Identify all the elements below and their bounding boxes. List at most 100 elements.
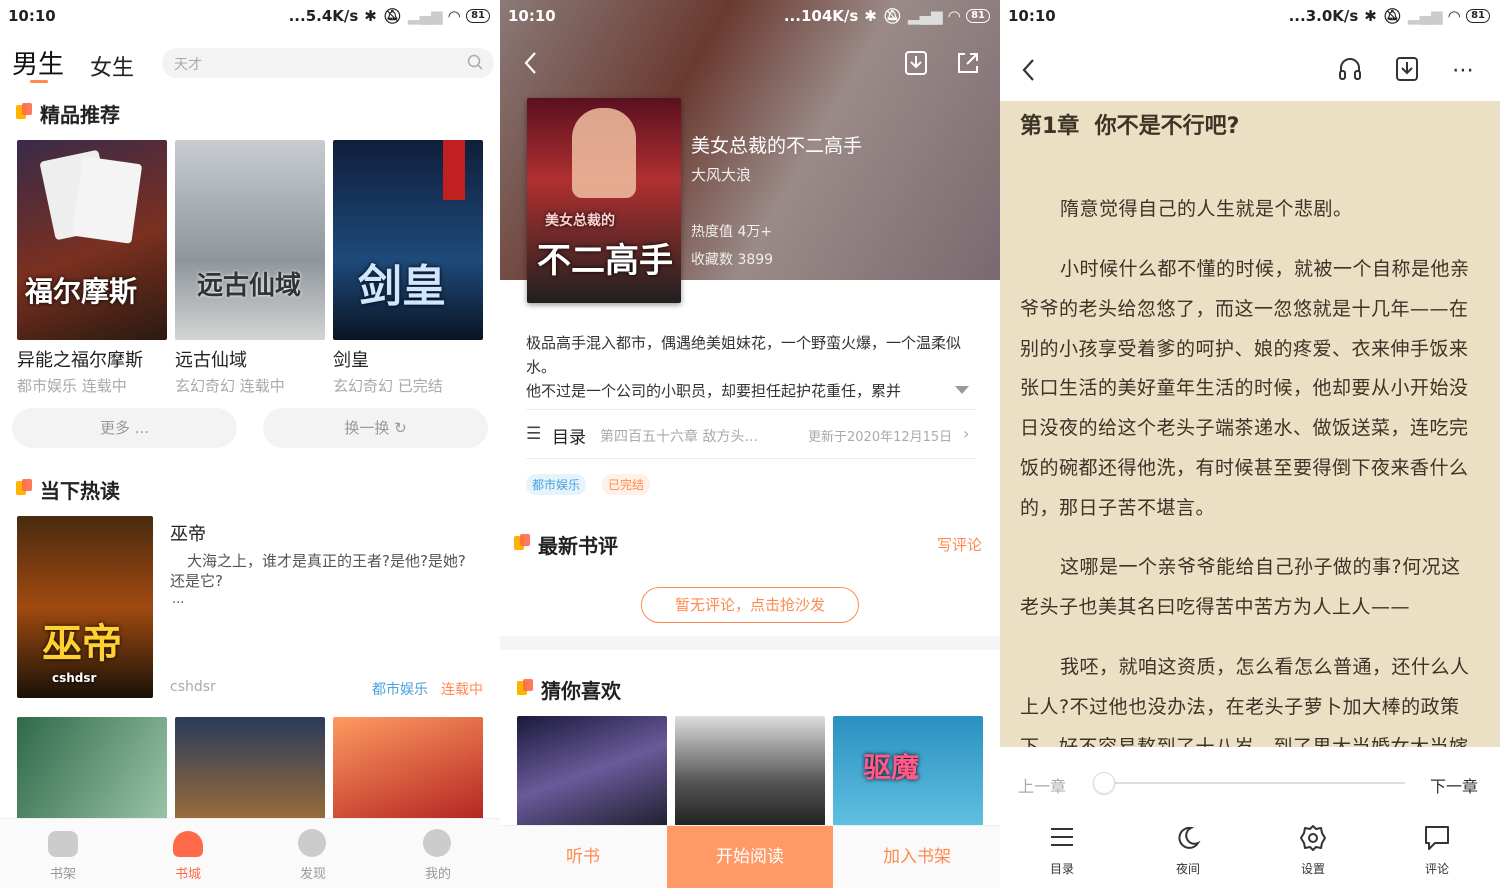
wifi-icon: ◠ — [1448, 7, 1461, 25]
battery-icon: 81 — [1466, 9, 1490, 23]
book-intro[interactable]: 极品高手混入都市，偶遇绝美姐妹花，一个野蛮火爆，一个温柔似水。 他不过是一个公司… — [526, 331, 971, 403]
book-meta: 玄幻奇幻 已完结 — [333, 377, 443, 395]
section-icon — [517, 679, 533, 695]
more-button[interactable]: 更多 ... — [12, 408, 237, 448]
nav-profile[interactable]: 我的 — [408, 863, 468, 882]
book-meta: 都市娱乐 连载中 — [17, 377, 127, 395]
toolbar-night[interactable]: 夜间 — [1175, 860, 1201, 877]
start-reading-button[interactable]: 开始阅读 — [667, 826, 833, 888]
reader-content[interactable]: 隋意觉得自己的人生就是个悲剧。 小时候什么都不懂的时候，就被一个自称是他亲爷爷的… — [1000, 190, 1500, 747]
book-author[interactable]: 大风大浪 — [691, 164, 751, 185]
hot-book-author: cshdsr — [170, 679, 216, 695]
comment-icon[interactable] — [1423, 824, 1451, 856]
no-review-button[interactable]: 暂无评论，点击抢沙发 — [641, 587, 859, 623]
book-cover[interactable] — [675, 716, 825, 826]
action-bar: 听书 开始阅读 加入书架 — [500, 825, 1000, 888]
search-input[interactable]: 天才 — [174, 54, 202, 74]
search-bar[interactable]: 天才 — [162, 48, 494, 78]
download-icon[interactable] — [904, 50, 928, 80]
reader-bottom-panel: 上一章 下一章 目录 夜间 设置 评论 — [1000, 747, 1500, 888]
book-meta: 玄幻奇幻 连载中 — [175, 377, 285, 395]
settings-icon[interactable] — [1299, 824, 1327, 856]
bookshelf-icon[interactable] — [48, 831, 78, 857]
refresh-button[interactable]: 换一换 ↻ — [263, 408, 488, 448]
book-cover[interactable] — [17, 717, 167, 827]
write-review-link[interactable]: 写评论 — [937, 534, 982, 555]
cover-subtitle: 美女总裁的 — [545, 213, 615, 229]
book-cover[interactable]: 剑皇 — [333, 140, 483, 340]
listen-button[interactable]: 听书 — [500, 826, 666, 888]
toolbar-comment[interactable]: 评论 — [1424, 860, 1450, 877]
status-bar: 10:10 ...5.4K/s ✱ 🔕︎ ▂▄▆ ◠ 81 — [0, 0, 500, 32]
book-heat: 热度值 4万+ — [691, 224, 773, 240]
chapter-title: 第1章 你不是不行吧? — [1020, 114, 1240, 139]
more-icon[interactable]: ⋯ — [1452, 58, 1475, 83]
reader-screen: 10:10 ...3.0K/s ✱ 🔕︎ ▂▄▆ ◠ 81 ⋯ 第1章 你不是不… — [1000, 0, 1500, 888]
progress-track[interactable] — [1103, 782, 1405, 784]
signal-icon: ▂▄▆ — [907, 7, 943, 25]
toc-label: 目录 — [552, 428, 586, 448]
back-icon[interactable] — [1018, 57, 1040, 87]
status-time: 10:10 — [8, 7, 56, 25]
expand-icon[interactable] — [955, 386, 969, 394]
book-cover[interactable]: 驱魔 — [833, 716, 983, 826]
mute-icon: 🔕︎ — [882, 7, 902, 25]
book-title[interactable]: 异能之福尔摩斯 — [17, 346, 143, 372]
discover-icon[interactable] — [298, 829, 326, 857]
book-cover[interactable] — [175, 717, 325, 827]
tab-female[interactable]: 女生 — [90, 50, 134, 82]
intro-line: 极品高手混入都市，偶遇绝美姐妹花，一个野蛮火爆，一个温柔似水。 — [526, 334, 962, 376]
chevron-right-icon: › — [963, 424, 970, 443]
search-icon[interactable] — [466, 53, 484, 75]
tag-status[interactable]: 已完结 — [602, 474, 651, 495]
book-title[interactable]: 剑皇 — [333, 346, 369, 372]
book-title: 美女总裁的不二高手 — [691, 135, 863, 157]
download-icon[interactable] — [1395, 56, 1419, 86]
hot-title: 当下热读 — [40, 479, 120, 503]
network-speed: ...104K/s — [783, 7, 859, 25]
divider — [526, 409, 976, 410]
refresh-icon: ↻ — [394, 419, 407, 437]
latest-chapter: 第四百五十六章 敌方头... — [600, 429, 758, 445]
share-icon[interactable] — [955, 50, 981, 80]
back-icon[interactable] — [520, 50, 542, 80]
headphones-icon[interactable] — [1337, 56, 1363, 86]
nav-discover[interactable]: 发现 — [283, 863, 343, 882]
profile-icon[interactable] — [423, 829, 451, 857]
progress-handle[interactable] — [1093, 772, 1115, 794]
toc-icon[interactable] — [1049, 825, 1075, 853]
hot-book-status: 连载中 — [441, 682, 483, 698]
toc-icon: ☰ — [526, 424, 542, 444]
nav-bookstore[interactable]: 书城 — [158, 863, 218, 882]
add-to-shelf-button[interactable]: 加入书架 — [834, 826, 1000, 888]
bottom-nav: 书架 书城 发现 我的 — [0, 818, 500, 888]
tab-male[interactable]: 男生 — [12, 44, 64, 81]
nav-bookshelf[interactable]: 书架 — [33, 863, 93, 882]
refresh-label: 换一换 — [344, 419, 390, 437]
prev-chapter-button[interactable]: 上一章 — [1018, 773, 1066, 797]
toolbar-settings[interactable]: 设置 — [1300, 860, 1326, 877]
book-cover[interactable]: 福尔摩斯 — [17, 140, 167, 340]
night-mode-icon[interactable] — [1175, 825, 1201, 855]
tag-category[interactable]: 都市娱乐 — [526, 474, 587, 495]
toc-row[interactable]: ☰ 目录 第四百五十六章 敌方头... 更新于2020年12月15日 › — [526, 412, 976, 459]
book-cover[interactable] — [517, 716, 667, 826]
toolbar-toc[interactable]: 目录 — [1049, 860, 1075, 877]
hot-book-title[interactable]: 巫帝 — [170, 520, 206, 546]
hot-book-category[interactable]: 都市娱乐 — [372, 679, 428, 699]
intro-line: 他不过是一个公司的小职员，却要担任起护花重任，累并 — [526, 382, 902, 400]
featured-title: 精品推荐 — [40, 103, 120, 127]
cover-title: 不二高手 — [537, 241, 673, 281]
next-chapter-button[interactable]: 下一章 — [1430, 773, 1478, 797]
book-cover[interactable] — [333, 717, 483, 827]
wifi-icon: ◠ — [948, 7, 961, 25]
section-icon — [16, 479, 32, 495]
book-title[interactable]: 远古仙域 — [175, 346, 247, 372]
bookstore-icon[interactable] — [173, 831, 203, 857]
tab-active-indicator — [30, 80, 48, 83]
book-cover[interactable]: 巫帝 cshdsr — [17, 516, 153, 698]
book-cover[interactable]: 远古仙域 — [175, 140, 325, 340]
bluetooth-icon: ✱ — [864, 7, 877, 25]
network-speed: ...3.0K/s — [1288, 7, 1359, 25]
status-bar: 10:10 ...104K/s ✱ 🔕︎ ▂▄▆ ◠ 81 — [500, 0, 1000, 32]
